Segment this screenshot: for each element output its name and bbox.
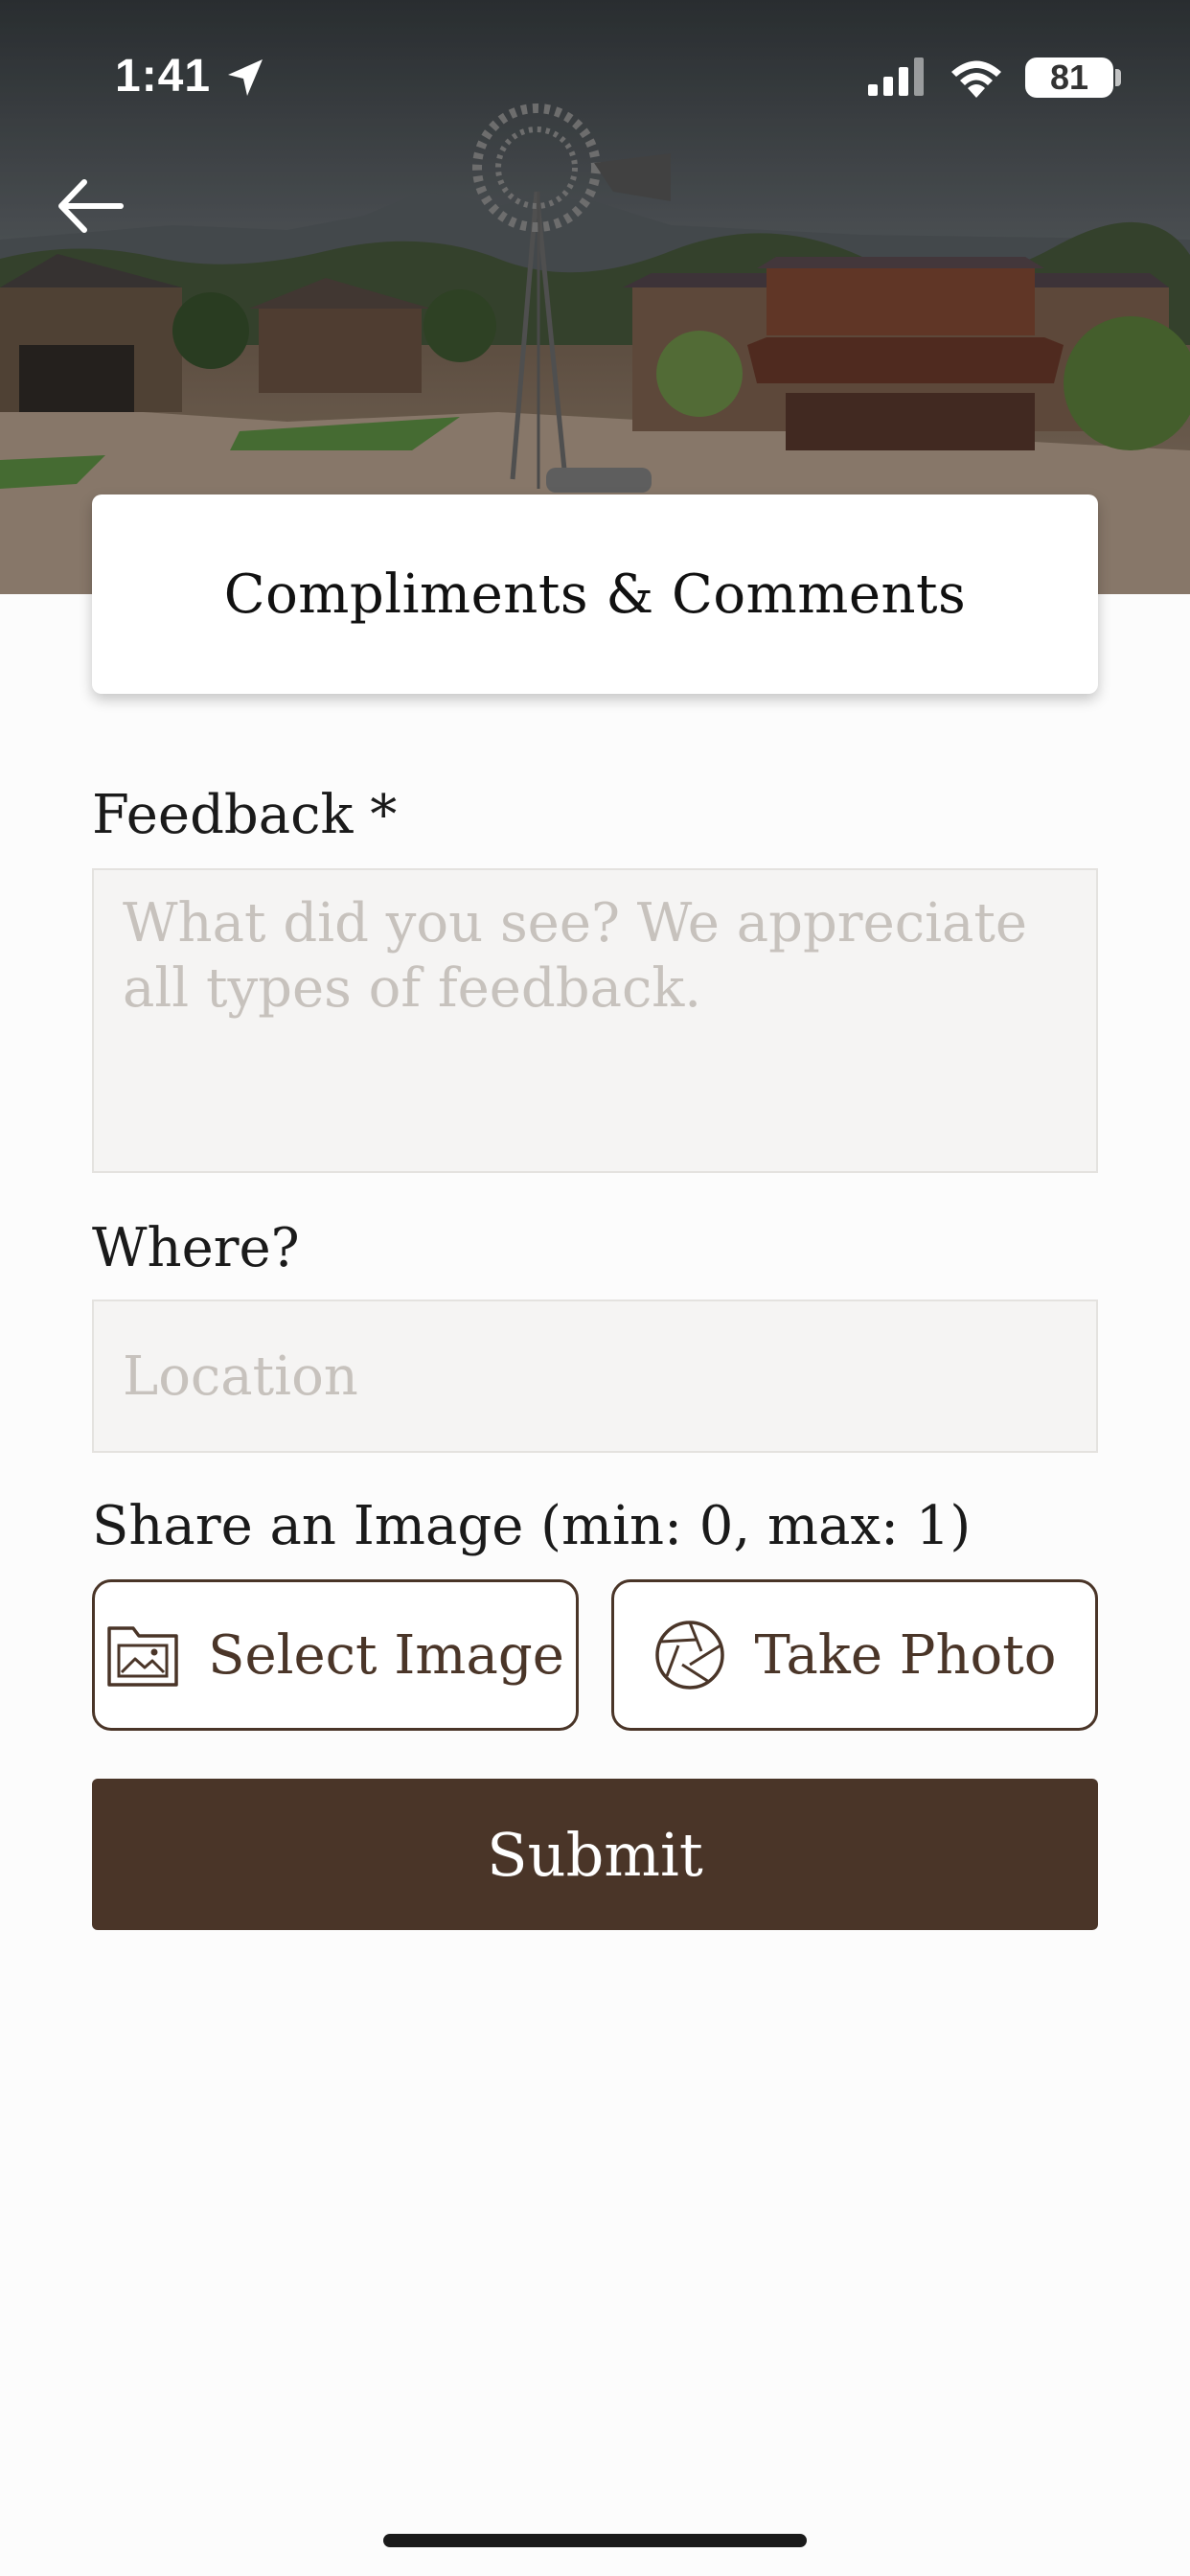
arrow-left-icon	[58, 179, 124, 233]
select-image-label: Select Image	[208, 1623, 564, 1687]
battery-nub	[1115, 69, 1121, 86]
share-image-label: Share an Image (min: 0, max: 1)	[92, 1495, 972, 1557]
take-photo-button[interactable]: Take Photo	[611, 1579, 1098, 1731]
feedback-input[interactable]	[92, 868, 1098, 1173]
location-arrow-icon	[226, 58, 264, 102]
camera-shutter-icon	[654, 1621, 724, 1690]
location-input[interactable]	[92, 1300, 1098, 1453]
submit-label: Submit	[487, 1819, 703, 1890]
where-label: Where?	[92, 1217, 300, 1279]
feedback-label: Feedback *	[92, 784, 398, 846]
battery-icon: 81	[1025, 58, 1113, 98]
status-time: 1:41	[115, 51, 212, 102]
image-folder-icon	[107, 1626, 178, 1687]
submit-button[interactable]: Submit	[92, 1779, 1098, 1930]
take-photo-label: Take Photo	[754, 1623, 1057, 1687]
cellular-signal-icon	[868, 58, 929, 100]
home-indicator[interactable]	[383, 2534, 807, 2547]
back-button[interactable]	[54, 172, 130, 240]
page-title: Compliments & Comments	[223, 563, 967, 626]
select-image-button[interactable]: Select Image	[92, 1579, 579, 1731]
wifi-icon	[949, 56, 1004, 102]
title-card: Compliments & Comments	[92, 494, 1098, 694]
status-bar: 1:41 81	[0, 0, 1190, 144]
